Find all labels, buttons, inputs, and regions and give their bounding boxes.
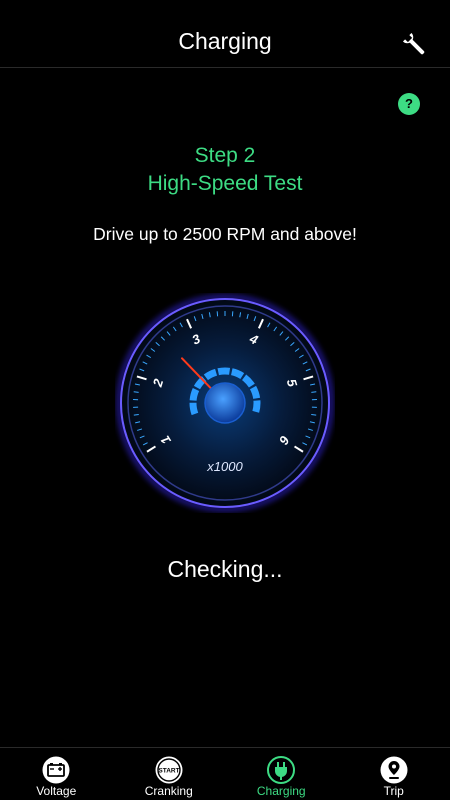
step-heading: Step 2 High-Speed Test (0, 142, 450, 198)
start-icon: START (155, 756, 183, 784)
rpm-gauge: 123 456 x1000 (116, 294, 334, 512)
map-pin-icon (380, 756, 408, 784)
tab-bar: Voltage START Cranking Charging Trip (0, 747, 450, 800)
wrench-icon[interactable] (400, 30, 430, 60)
instruction-text: Drive up to 2500 RPM and above! (93, 224, 357, 244)
gauge-arc-segment (189, 388, 200, 401)
tab-voltage[interactable]: Voltage (0, 748, 113, 800)
tab-label: Cranking (144, 784, 193, 798)
gauge-minor-tick (311, 414, 317, 416)
tab-label: Trip (383, 784, 404, 798)
tab-cranking[interactable]: START Cranking (113, 748, 226, 800)
tab-charging[interactable]: Charging (225, 748, 338, 800)
gauge-arc-segment (230, 368, 245, 380)
gauge-unit: x1000 (206, 459, 243, 474)
start-icon-text: START (158, 768, 179, 775)
plug-icon (267, 756, 296, 784)
status-text: Checking... (167, 556, 283, 582)
gauge-arc-segment (217, 367, 231, 376)
gauge-arc-segment (252, 400, 261, 413)
step-name: High-Speed Test (147, 172, 303, 195)
tab-label: Voltage (36, 784, 77, 798)
tab-label: Charging (256, 784, 306, 798)
gauge-arc-segment (249, 385, 261, 399)
gauge-hub (204, 382, 246, 424)
step-number: Step 2 (194, 144, 256, 167)
gauge-minor-tick (133, 414, 139, 416)
battery-icon (42, 756, 70, 784)
gauge-minor-tick (133, 391, 139, 393)
help-icon[interactable]: ? (398, 93, 420, 115)
gauge-minor-tick (311, 391, 317, 393)
header-bar: Charging (0, 0, 450, 68)
gauge-arc-segment (189, 402, 199, 416)
page-title: Charging (178, 28, 272, 54)
tab-trip[interactable]: Trip (338, 748, 450, 800)
